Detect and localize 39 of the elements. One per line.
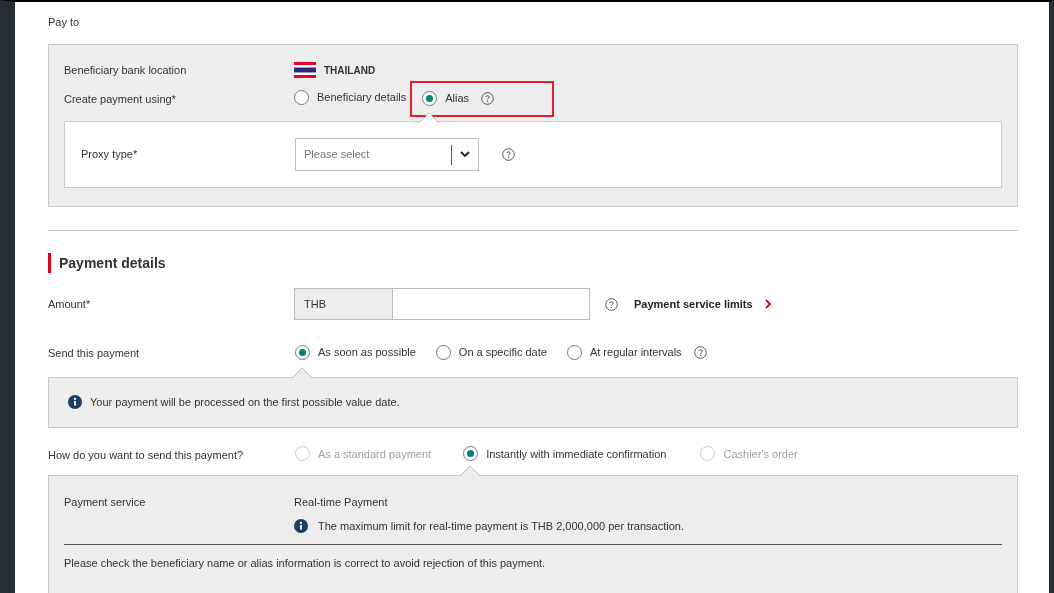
radio-button[interactable] [295,344,310,360]
field-label: How do you want to send this payment? [48,447,245,463]
field-label: Proxy type* [81,147,139,163]
field-label: Send this payment [48,346,141,361]
section-heading: Payment details [59,253,166,273]
thailand-flag-icon [294,62,316,78]
help-icon[interactable] [693,345,707,359]
field-label: Payment service [64,495,147,510]
country-name: THAILAND [324,63,376,78]
field-label: Amount* [48,296,92,312]
radio-button[interactable] [463,446,479,462]
help-icon[interactable] [502,148,515,161]
radio-option[interactable]: As soon as possible [295,344,416,361]
info-message: Your payment will be processed on the first possible value date. [90,394,400,410]
currency-box: THB [294,288,393,320]
radio-button[interactable] [294,89,309,105]
help-icon[interactable] [481,91,495,105]
service-value: Real-time Payment [294,495,389,510]
chevron-right-icon [764,299,772,309]
chevron-down-icon [460,151,470,158]
info-icon [294,518,308,533]
radio-option[interactable]: Alias [422,90,470,107]
radio-button[interactable] [422,90,438,106]
amount-input[interactable] [393,288,590,320]
proxy-type-select[interactable]: Please select [295,138,479,171]
note-text: Please check the beneficiary name or alias information is correct to avoid rejection of this payment. [64,556,547,571]
section-title: Pay to [48,15,81,29]
radio-option[interactable]: Beneficiary details [294,89,407,106]
info-icon [68,395,82,409]
radio-option[interactable]: On a specific date [435,344,547,361]
help-icon[interactable] [605,297,618,311]
radio-button[interactable] [566,344,582,360]
radio-button[interactable] [435,344,451,360]
info-message: The maximum limit for real-time payment is THB 2,000,000 per transaction. [318,518,684,534]
radio-option[interactable]: Instantly with immediate confirmation [463,445,667,462]
field-label: Create payment using* [64,92,177,107]
service-limits-link[interactable]: Payment service limits [634,295,772,313]
field-label: Beneficiary bank location [64,62,188,78]
radio-option[interactable]: At regular intervals [566,344,682,361]
